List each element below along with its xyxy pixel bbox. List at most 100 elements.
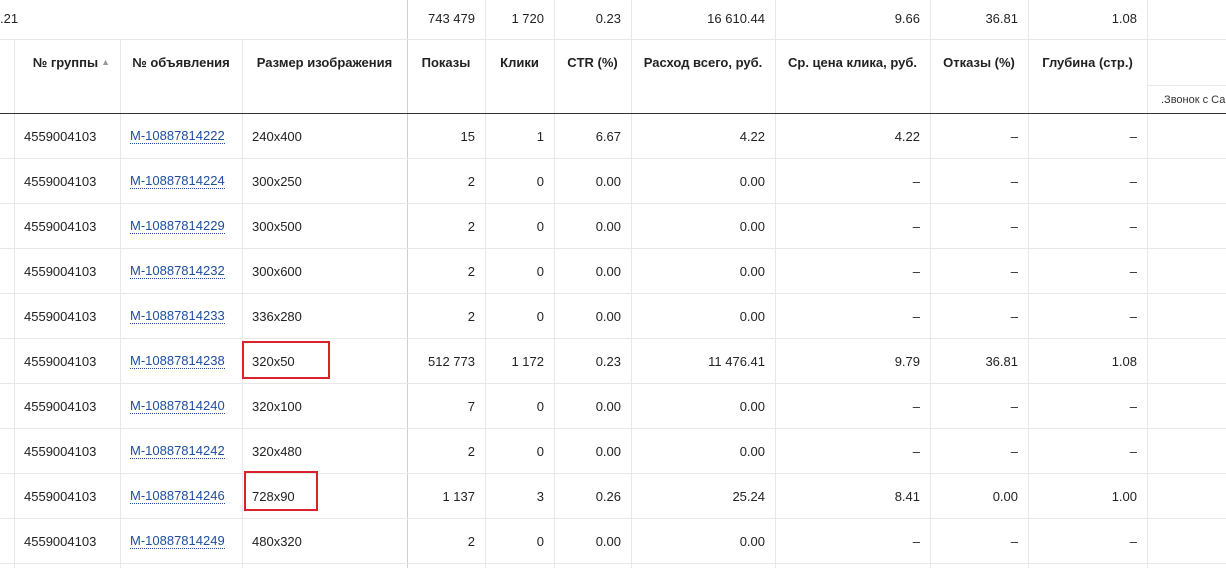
cell-depth: – <box>1129 398 1137 414</box>
cell-group: 4559004103 <box>24 218 97 234</box>
cell-avg-cpc: 9.79 <box>894 353 920 369</box>
cell-depth: – <box>1129 443 1137 459</box>
summary-ctr: 0.23 <box>595 10 621 26</box>
column-header-avg-cpc[interactable]: Ср. цена клика, руб. <box>775 40 930 84</box>
cell-spend: 11 476.41 <box>708 353 765 369</box>
cell-clicks: 0 <box>536 218 544 234</box>
cell-depth: – <box>1129 173 1137 189</box>
cell-ad: M-10887814240 <box>120 384 242 428</box>
column-header-group[interactable]: № группы ▲ <box>14 40 120 84</box>
cell-clicks: 0 <box>536 263 544 279</box>
cell-impressions: 2 <box>467 263 475 279</box>
cell-depth: – <box>1129 533 1137 549</box>
ad-link[interactable]: M-10887814222 <box>130 128 225 144</box>
cell-bounces: – <box>1010 173 1018 189</box>
row-divider <box>0 563 1226 564</box>
cell-impressions: 2 <box>467 173 475 189</box>
cell-ctr: 6.67 <box>595 128 621 144</box>
summary-impressions: 743 479 <box>428 10 475 26</box>
ad-link[interactable]: M-10887814242 <box>130 443 225 459</box>
cell-depth: 1.08 <box>1111 353 1137 369</box>
column-header-bounces[interactable]: Отказы (%) <box>930 40 1028 84</box>
cell-avg-cpc: – <box>912 173 920 189</box>
cell-group: 4559004103 <box>24 308 97 324</box>
cell-bounces: – <box>1010 128 1018 144</box>
cell-avg-cpc: 4.22 <box>894 128 920 144</box>
highlight-box <box>242 341 330 379</box>
cell-impressions: 2 <box>467 533 475 549</box>
cell-impressions: 2 <box>467 218 475 234</box>
column-header-ad[interactable]: № объявления <box>120 40 242 84</box>
cell-image-size: 300x250 <box>252 173 302 189</box>
ad-link[interactable]: M-10887814240 <box>130 398 225 414</box>
cell-clicks: 0 <box>536 173 544 189</box>
cell-spend: 0.00 <box>739 308 765 324</box>
cell-ad: M-10887814224 <box>120 159 242 203</box>
ad-link[interactable]: M-10887814229 <box>130 218 225 234</box>
cell-clicks: 1 <box>536 128 544 144</box>
column-header-group-label: № группы <box>32 54 99 70</box>
cell-avg-cpc: – <box>912 443 920 459</box>
cell-bounces: 36.81 <box>985 353 1018 369</box>
cell-ad: M-10887814246 <box>120 474 242 518</box>
column-header-clicks[interactable]: Клики <box>485 40 554 84</box>
ad-link[interactable]: M-10887814232 <box>130 263 225 279</box>
ad-link[interactable]: M-10887814238 <box>130 353 225 369</box>
highlight-box <box>244 471 318 511</box>
cell-spend: 4.22 <box>739 128 765 144</box>
summary-clicks: 1 720 <box>511 10 544 26</box>
summary-partial: .21 <box>0 10 19 26</box>
column-header-depth[interactable]: Глубина (стр.) <box>1028 40 1147 84</box>
cell-image-size: 336x280 <box>252 308 302 324</box>
cell-ctr: 0.00 <box>595 263 621 279</box>
sort-ascending-icon[interactable]: ▲ <box>101 57 110 67</box>
ad-link[interactable]: M-10887814249 <box>130 533 225 549</box>
cell-bounces: – <box>1010 533 1018 549</box>
column-header-call-goal[interactable]: .Звонок с Са <box>1147 86 1226 113</box>
cell-image-size: 300x500 <box>252 218 302 234</box>
cell-spend: 0.00 <box>739 263 765 279</box>
cell-image-size: 240x400 <box>252 128 302 144</box>
cell-group: 4559004103 <box>24 533 97 549</box>
cell-image-size: 320x100 <box>252 398 302 414</box>
cell-ad: M-10887814242 <box>120 429 242 473</box>
cell-clicks: 0 <box>536 443 544 459</box>
cell-group: 4559004103 <box>24 173 97 189</box>
cell-clicks: 0 <box>536 308 544 324</box>
column-header-size[interactable]: Размер изображения <box>242 40 407 84</box>
cell-group: 4559004103 <box>24 128 97 144</box>
cell-spend: 0.00 <box>739 218 765 234</box>
cell-impressions: 512 773 <box>428 353 475 369</box>
cell-spend: 0.00 <box>739 533 765 549</box>
summary-spend: 16 610.44 <box>707 10 765 26</box>
column-header-ctr[interactable]: CTR (%) <box>554 40 631 84</box>
ad-link[interactable]: M-10887814246 <box>130 488 225 504</box>
cell-ctr: 0.00 <box>595 443 621 459</box>
cell-avg-cpc: – <box>912 263 920 279</box>
cell-spend: 0.00 <box>739 398 765 414</box>
cell-group: 4559004103 <box>24 353 97 369</box>
summary-bounces: 36.81 <box>985 10 1018 26</box>
cell-depth: 1.00 <box>1111 488 1137 504</box>
cell-depth: – <box>1129 263 1137 279</box>
cell-spend: 25.24 <box>732 488 765 504</box>
cell-depth: – <box>1129 218 1137 234</box>
cell-impressions: 7 <box>467 398 475 414</box>
cell-bounces: – <box>1010 443 1018 459</box>
ad-link[interactable]: M-10887814224 <box>130 173 225 189</box>
cell-avg-cpc: – <box>912 533 920 549</box>
cell-ctr: 0.00 <box>595 218 621 234</box>
cell-image-size: 300x600 <box>252 263 302 279</box>
cell-bounces: – <box>1010 263 1018 279</box>
cell-ctr: 0.26 <box>595 488 621 504</box>
cell-ctr: 0.00 <box>595 173 621 189</box>
cell-spend: 0.00 <box>739 173 765 189</box>
cell-clicks: 3 <box>536 488 544 504</box>
cell-ad: M-10887814229 <box>120 204 242 248</box>
cell-impressions: 15 <box>460 128 475 144</box>
column-header-impressions[interactable]: Показы <box>407 40 485 84</box>
cell-ctr: 0.00 <box>595 398 621 414</box>
ad-link[interactable]: M-10887814233 <box>130 308 225 324</box>
column-header-spend[interactable]: Расход всего, руб. <box>631 40 775 84</box>
cell-clicks: 0 <box>536 533 544 549</box>
